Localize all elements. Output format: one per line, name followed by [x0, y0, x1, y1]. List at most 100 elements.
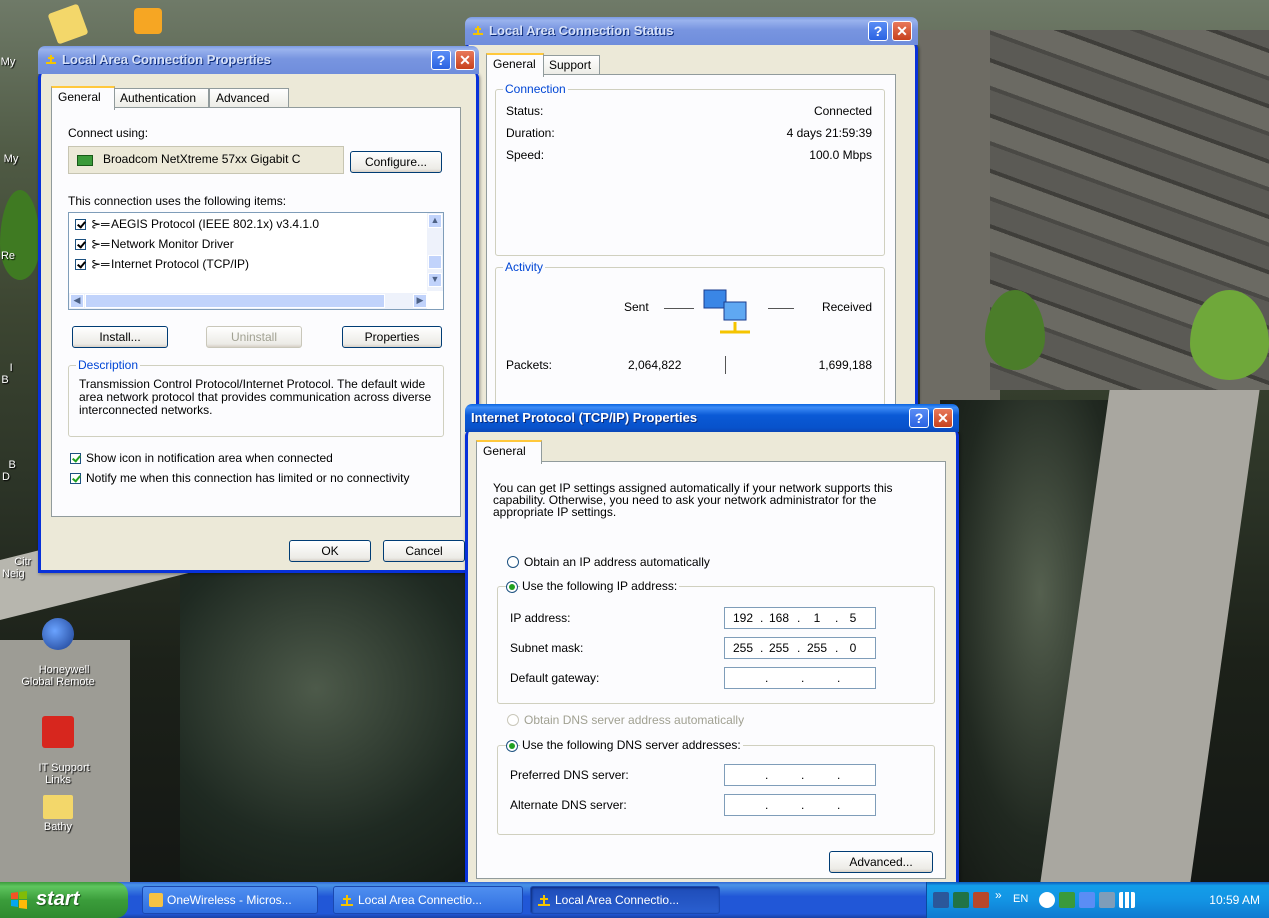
network-adapter-icon: [77, 155, 93, 166]
speed-value: 100.0 Mbps: [809, 148, 872, 162]
language-indicator[interactable]: EN: [1013, 893, 1028, 905]
obtain-ip-radio[interactable]: [507, 556, 519, 568]
alternate-dns-input[interactable]: . . .: [724, 794, 876, 816]
default-gateway-input[interactable]: . . .: [724, 667, 876, 689]
obtain-ip-label[interactable]: Obtain an IP address automatically: [524, 555, 710, 569]
tab-authentication[interactable]: Authentication: [113, 88, 209, 108]
tcpip-properties-window[interactable]: Internet Protocol (TCP/IP) Properties ? …: [465, 404, 959, 885]
use-dns-radio[interactable]: [506, 740, 518, 752]
subnet-mask-input[interactable]: 255 . 255 . 255 . 0: [724, 637, 876, 659]
scroll-left-icon[interactable]: ◀: [70, 294, 84, 308]
tab-support[interactable]: Support: [542, 55, 600, 75]
scroll-thumb-h[interactable]: [85, 294, 385, 308]
advanced-button[interactable]: Advanced...: [829, 851, 933, 873]
taskbar-item-lac-2[interactable]: Local Area Connectio...: [530, 886, 720, 914]
tab-general[interactable]: General: [51, 86, 115, 110]
cancel-button[interactable]: Cancel: [383, 540, 465, 562]
ok-button[interactable]: OK: [289, 540, 371, 562]
lac-properties-window[interactable]: Local Area Connection Properties ? ✕ Gen…: [38, 46, 479, 573]
folder-icon: [47, 3, 89, 45]
help-button[interactable]: ?: [431, 50, 451, 70]
lac-status-titlebar[interactable]: Local Area Connection Status ? ✕: [465, 17, 918, 45]
horizontal-scrollbar[interactable]: ◀ ▶: [69, 293, 427, 309]
properties-button[interactable]: Properties: [342, 326, 442, 348]
status-label: Status:: [506, 104, 544, 118]
desktop-icon-label: B D: [2, 459, 16, 483]
task-label: OneWireless - Micros...: [167, 893, 292, 907]
use-ip-label[interactable]: Use the following IP address:: [520, 579, 680, 593]
item-checkbox[interactable]: [75, 219, 86, 230]
chevron-left-icon[interactable]: [1039, 892, 1055, 908]
items-label: This connection uses the following items…: [68, 194, 287, 208]
window-title: Local Area Connection Status: [489, 23, 674, 38]
show-icon-label[interactable]: Show icon in notification area when conn…: [86, 451, 333, 465]
network-connection-icon: [473, 26, 483, 35]
desktop-icon-label: My: [3, 153, 19, 165]
alternate-dns-label: Alternate DNS server:: [510, 798, 627, 812]
obtain-dns-radio: [507, 714, 519, 726]
tab-advanced[interactable]: Advanced: [209, 88, 289, 108]
activity-divider: [725, 356, 726, 374]
configure-button[interactable]: Configure...: [350, 151, 442, 173]
sent-line: [664, 308, 694, 309]
lac-status-window[interactable]: Local Area Connection Status ? ✕ General…: [465, 17, 918, 436]
use-ip-radio[interactable]: [506, 581, 518, 593]
network-connection-icon: [46, 55, 56, 64]
clock[interactable]: 10:59 AM: [1209, 893, 1260, 907]
desktop-icon-honeywell[interactable]: Honeywell Global Remote: [20, 594, 96, 700]
install-button[interactable]: Install...: [72, 326, 168, 348]
desktop-icon-label: Honeywell Global Remote: [21, 664, 95, 688]
start-label: start: [36, 888, 80, 910]
subnet-mask-label: Subnet mask:: [510, 641, 584, 655]
scroll-thumb[interactable]: [428, 255, 442, 269]
help-button[interactable]: ?: [868, 21, 888, 41]
connect-using-label: Connect using:: [68, 126, 149, 140]
subnet-octet: 255: [806, 641, 828, 655]
desktop-icon-ib[interactable]: I B: [0, 350, 43, 398]
items-list[interactable]: ⊱═ AEGIS Protocol (IEEE 802.1x) v3.4.1.0…: [68, 212, 444, 310]
octet-dot: .: [837, 798, 841, 812]
tab-general[interactable]: General: [486, 53, 544, 77]
network-tray-icon[interactable]: [1079, 892, 1095, 908]
desktop-icon-it-support[interactable]: IT Support Links: [20, 692, 96, 798]
word-icon[interactable]: [933, 892, 949, 908]
desktop-icon-scheduler[interactable]: [110, 8, 186, 36]
close-button[interactable]: ✕: [455, 50, 475, 70]
ip-address-input[interactable]: 192 . 168 . 1 . 5: [724, 607, 876, 629]
show-icon-checkbox[interactable]: [70, 453, 81, 464]
desktop-icon-folder[interactable]: [30, 3, 106, 45]
scroll-down-icon[interactable]: ▼: [428, 273, 442, 287]
close-button[interactable]: ✕: [892, 21, 912, 41]
tcpip-titlebar[interactable]: Internet Protocol (TCP/IP) Properties ? …: [465, 404, 959, 432]
preferred-dns-input[interactable]: . . .: [724, 764, 876, 786]
desktop-icon-bathy[interactable]: Bathy: [20, 795, 96, 833]
vertical-scrollbar[interactable]: ▲ ▼: [427, 213, 443, 291]
powerpoint-icon[interactable]: [973, 892, 989, 908]
display-tray-icon[interactable]: [1099, 892, 1115, 908]
excel-icon[interactable]: [953, 892, 969, 908]
taskbar-item-lac-1[interactable]: Local Area Connectio...: [333, 886, 523, 914]
network-computers-icon: [703, 289, 750, 334]
notify-label[interactable]: Notify me when this connection has limit…: [86, 471, 410, 485]
tab-panel: You can get IP settings assigned automat…: [476, 461, 946, 879]
packets-sent-value: 2,064,822: [628, 358, 682, 372]
show-hidden-icons[interactable]: »: [995, 888, 1002, 902]
network-tray-icon[interactable]: [1059, 892, 1075, 908]
item-checkbox[interactable]: [75, 259, 86, 270]
notify-checkbox[interactable]: [70, 473, 81, 484]
tab-general[interactable]: General: [476, 440, 542, 464]
help-button[interactable]: ?: [909, 408, 929, 428]
received-label: Received: [821, 300, 872, 314]
taskbar-item-onewireless[interactable]: OneWireless - Micros...: [142, 886, 318, 914]
lac-properties-titlebar[interactable]: Local Area Connection Properties ? ✕: [38, 46, 479, 74]
item-label: AEGIS Protocol (IEEE 802.1x) v3.4.1.0: [111, 217, 320, 231]
scroll-right-icon[interactable]: ▶: [413, 294, 427, 308]
item-checkbox[interactable]: [75, 239, 86, 250]
signal-strength-icon[interactable]: [1119, 892, 1135, 908]
item-label: Internet Protocol (TCP/IP): [111, 257, 250, 271]
scroll-up-icon[interactable]: ▲: [428, 214, 442, 228]
use-dns-label[interactable]: Use the following DNS server addresses:: [520, 738, 743, 752]
close-button[interactable]: ✕: [933, 408, 953, 428]
start-button[interactable]: start: [0, 882, 128, 918]
tab-panel: Connection Status: Connected Duration: 4…: [486, 74, 896, 428]
